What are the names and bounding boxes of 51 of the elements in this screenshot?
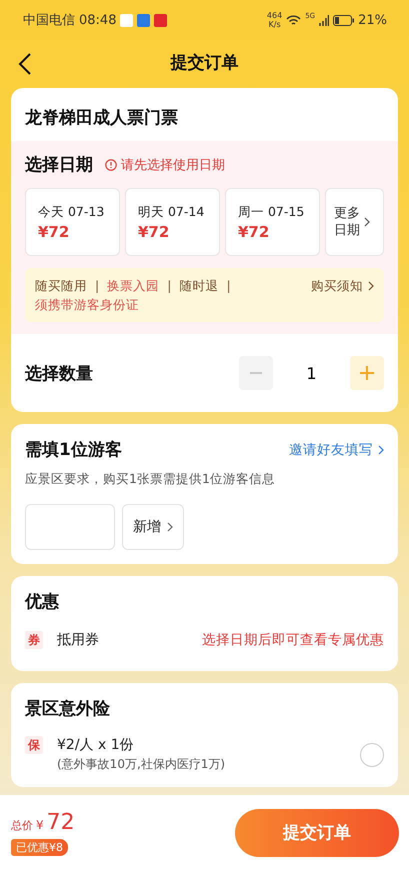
notice-tag: 随买随用 bbox=[35, 276, 87, 295]
clock: 08:48 bbox=[79, 12, 116, 28]
insurance-title: 景区意外险 bbox=[25, 698, 111, 720]
quantity-label: 选择数量 bbox=[25, 362, 93, 384]
minus-icon bbox=[250, 372, 262, 374]
discount-note[interactable]: 选择日期后即可查看专属优惠 bbox=[202, 631, 384, 649]
plus-button[interactable] bbox=[350, 356, 384, 390]
currency: ¥ bbox=[36, 818, 44, 832]
date-option[interactable]: 今天 07-13 ¥72 bbox=[25, 188, 120, 256]
network-speed: 464 K/s bbox=[266, 11, 282, 29]
warning-icon bbox=[105, 158, 117, 170]
chevron-right-icon bbox=[378, 444, 384, 454]
coupon-tag: 券 bbox=[25, 631, 43, 649]
date-option[interactable]: 明天 07-14 ¥72 bbox=[125, 188, 220, 256]
date-option[interactable]: 周一 07-15 ¥72 bbox=[225, 188, 320, 256]
separator: | bbox=[226, 277, 231, 295]
saved-badge: 已优惠¥8 bbox=[11, 838, 68, 856]
separator: | bbox=[95, 277, 100, 295]
total-label: 总价 bbox=[11, 818, 33, 832]
chevron-right-icon bbox=[167, 522, 173, 532]
insurance-tag: 保 bbox=[25, 736, 43, 754]
signal-icon bbox=[319, 14, 330, 26]
more-dates-button[interactable]: 更多日期 bbox=[325, 188, 384, 256]
purchase-notice-link[interactable]: 购买须知 bbox=[311, 276, 363, 295]
notice-tag: 须携带游客身份证 bbox=[35, 295, 139, 314]
visitor-field[interactable] bbox=[25, 504, 115, 550]
insurance-detail: (意外事故10万,社保内医疗1万) bbox=[57, 756, 226, 773]
coupon-label: 抵用券 bbox=[57, 631, 99, 649]
total-price: 72 bbox=[46, 810, 75, 834]
visitors-title: 需填1位游客 bbox=[25, 439, 122, 461]
chevron-right-icon bbox=[368, 280, 374, 290]
chevron-right-icon bbox=[364, 217, 370, 227]
notice-tag: 换票入园 bbox=[107, 276, 160, 295]
page-title: 提交订单 bbox=[170, 52, 238, 74]
visitor-hint: 应景区要求，购买1张票需提供1位游客信息 bbox=[25, 471, 276, 488]
battery-level: 21% bbox=[358, 12, 387, 28]
separator: | bbox=[167, 277, 172, 295]
wifi-icon bbox=[286, 14, 302, 26]
section-title: 选择日期 bbox=[25, 154, 93, 176]
insurance-price: ¥2/人 x 1份 bbox=[57, 736, 135, 754]
invite-friend-link[interactable]: 邀请好友填写 bbox=[289, 440, 373, 458]
ticket-name: 龙脊梯田成人票门票 bbox=[25, 107, 179, 129]
plus-icon bbox=[360, 366, 374, 380]
discount-title: 优惠 bbox=[25, 591, 60, 613]
date-warning: 请先选择使用日期 bbox=[121, 156, 225, 174]
add-visitor-button[interactable]: 新增 bbox=[122, 504, 184, 550]
carrier: 中国电信 bbox=[23, 12, 75, 29]
notice-tag: 随时退 bbox=[179, 276, 218, 295]
battery-icon bbox=[333, 14, 354, 26]
insurance-radio[interactable] bbox=[360, 742, 384, 766]
quantity-value: 1 bbox=[305, 364, 318, 382]
